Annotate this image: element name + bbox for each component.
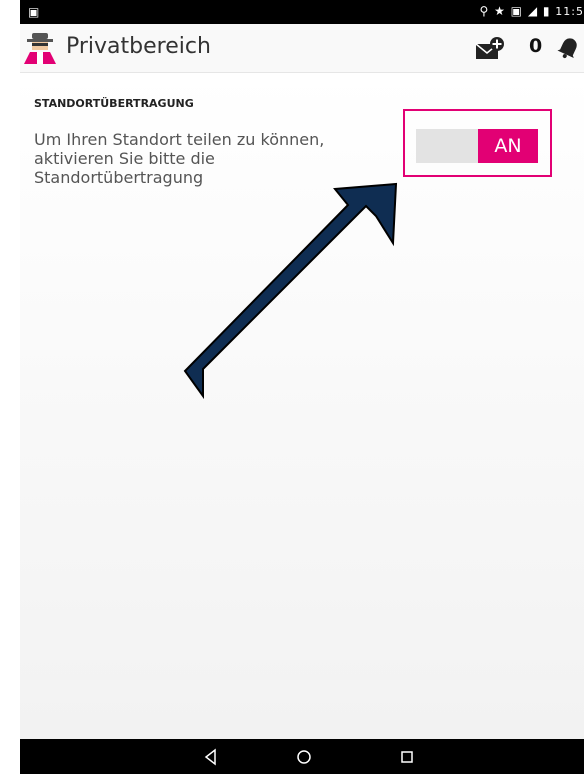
recents-square-icon[interactable] (387, 739, 427, 774)
toggle-on-label: AN (478, 129, 538, 163)
back-triangle-icon[interactable] (191, 739, 231, 774)
privacy-settings-content: STANDORTÜBERTRAGUNG Um Ihren Standort te… (20, 73, 584, 739)
status-glyphs: ⚲ ★ ▣ ◢ ▮ (479, 4, 551, 18)
app-bar: Privatbereich 0 (20, 24, 584, 73)
section-heading: STANDORTÜBERTRAGUNG (34, 97, 194, 110)
notification-count: 0 (529, 35, 543, 57)
status-bar: ▣ ⚲ ★ ▣ ◢ ▮ 11:5 (20, 0, 584, 24)
location-sharing-toggle[interactable]: AN (416, 129, 538, 163)
mail-add-icon[interactable] (475, 36, 505, 62)
private-mode-agent-icon (24, 33, 56, 64)
home-circle-icon[interactable] (284, 739, 324, 774)
navigation-bar (20, 739, 584, 774)
page-title: Privatbereich (66, 34, 211, 59)
bell-icon[interactable] (557, 34, 581, 60)
device-screen: ▣ ⚲ ★ ▣ ◢ ▮ 11:5 Privatbereich 0 STANDOR… (20, 0, 584, 774)
section-description: Um Ihren Standort teilen zu können, akti… (34, 130, 325, 187)
notification-image-icon: ▣ (28, 5, 40, 19)
status-icons: ⚲ ★ ▣ ◢ ▮ 11:5 (479, 4, 584, 18)
status-time: 11:5 (555, 5, 584, 18)
